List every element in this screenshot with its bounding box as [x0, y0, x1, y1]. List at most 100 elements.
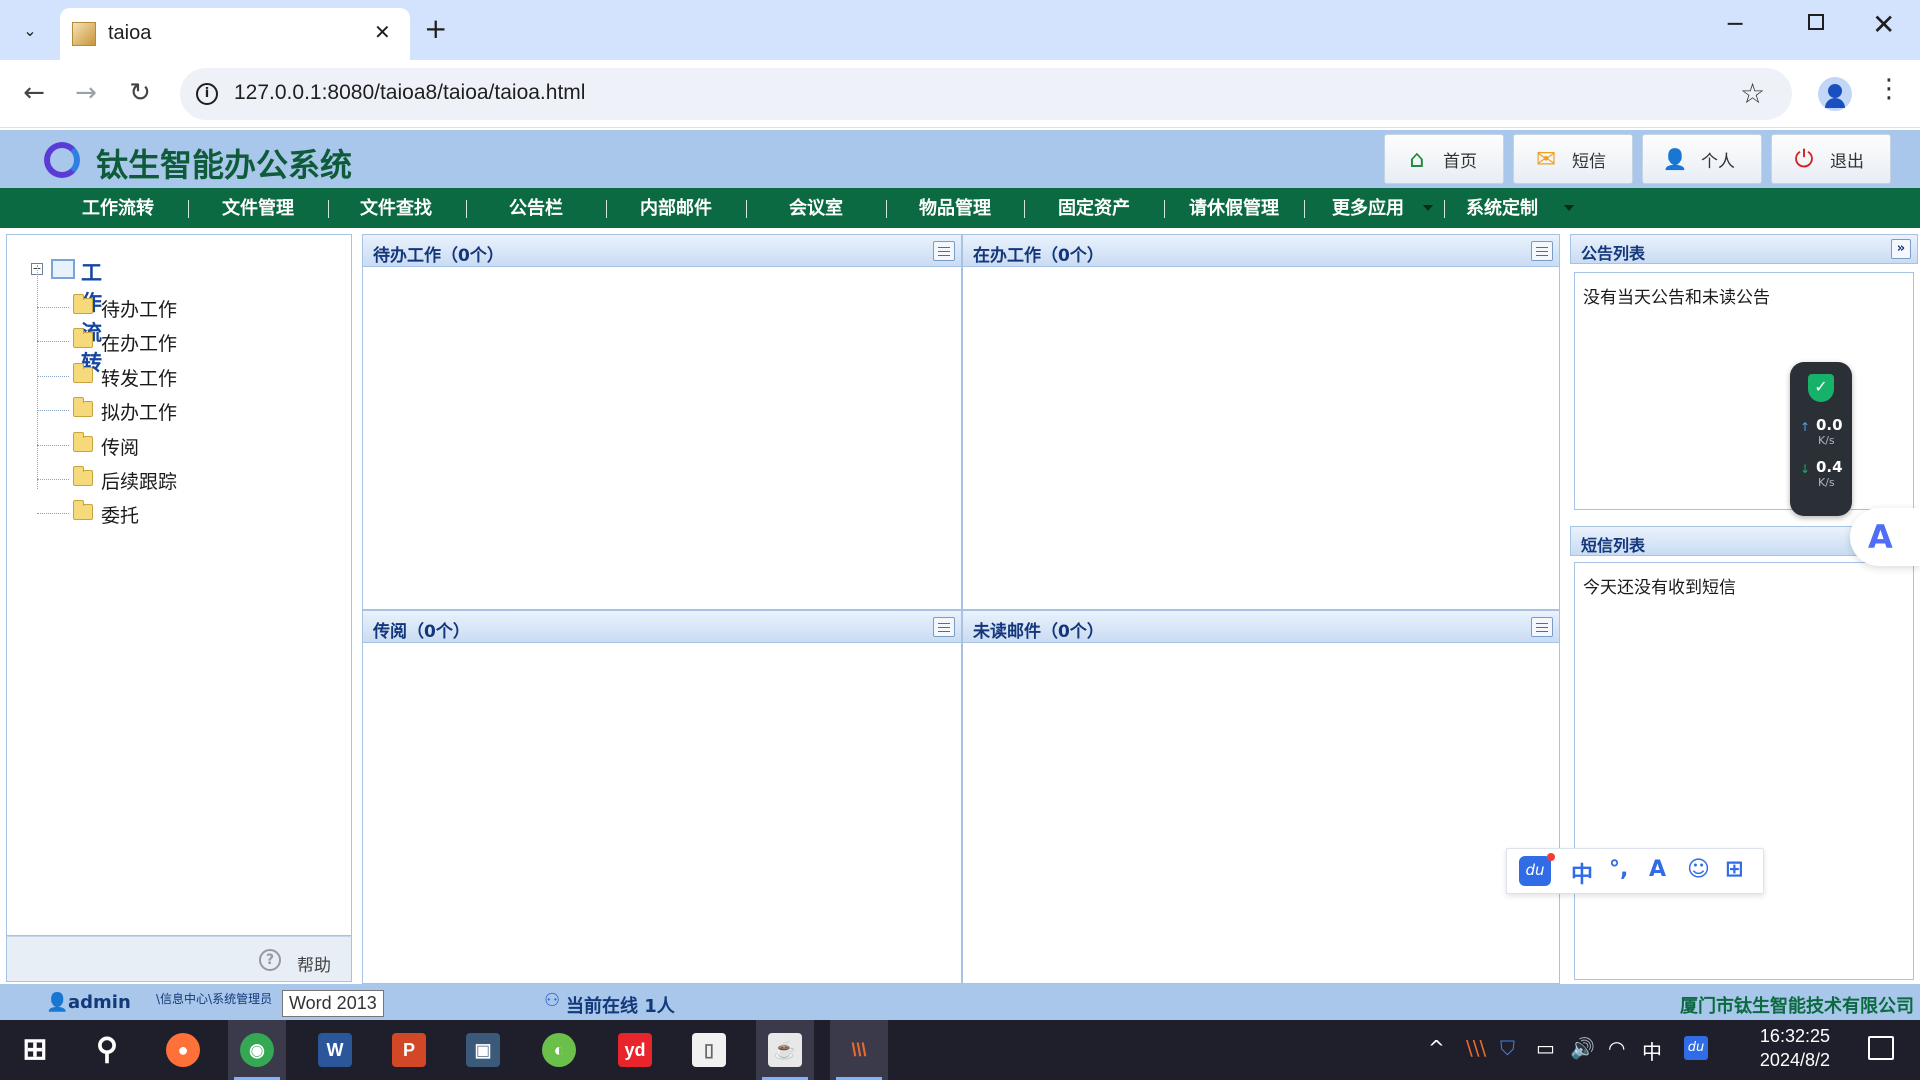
menu-item-meeting-room[interactable]: 会议室 — [766, 188, 866, 228]
menu-item-more-apps[interactable]: 更多应用 — [1318, 188, 1418, 228]
tray-chevron-icon[interactable]: ^ — [1428, 1036, 1445, 1060]
tray-winrar-icon[interactable]: \\\ — [1466, 1036, 1486, 1060]
sms-button[interactable]: ✉ 短信 — [1513, 134, 1633, 184]
tree-root-label[interactable]: 工作流转 — [81, 257, 102, 377]
list-settings-icon[interactable] — [933, 617, 955, 637]
windows-start-button[interactable]: ⊞ — [6, 1020, 64, 1080]
sms-list-title: 短信列表 — [1581, 536, 1646, 555]
tray-wifi-icon[interactable]: ◠ — [1608, 1036, 1625, 1060]
taskbar-chrome[interactable]: ◉ — [228, 1020, 286, 1080]
window-icon — [51, 259, 75, 279]
ime-punctuation-icon[interactable]: °, — [1609, 857, 1628, 882]
menu-item-system-custom[interactable]: 系统定制 — [1452, 188, 1552, 228]
profile-avatar-icon[interactable] — [1818, 77, 1852, 111]
help-link[interactable]: 帮助 — [297, 951, 331, 976]
menu-item-leave[interactable]: 请休假管理 — [1178, 188, 1290, 228]
tray-baidu-ime-icon[interactable]: du — [1684, 1036, 1708, 1060]
taskbar-tooltip: Word 2013 — [282, 990, 384, 1017]
ime-grid-icon[interactable]: ⊞ — [1725, 857, 1743, 882]
home-button[interactable]: ⌂ 首页 — [1384, 134, 1504, 184]
logo-icon — [44, 142, 80, 178]
portlet-unread-mail: 未读邮件（0个） — [962, 610, 1560, 984]
network-speed-widget[interactable]: ✓ ↑ 0.0 K/s ↓ 0.4 K/s — [1790, 362, 1852, 516]
search-button[interactable]: ⚲ — [78, 1020, 136, 1080]
new-tab-button[interactable]: + — [424, 14, 447, 44]
address-bar[interactable]: i 127.0.0.1:8080/taioa8/taioa/taioa.html… — [180, 68, 1792, 120]
reload-button[interactable]: ↻ — [122, 78, 158, 108]
announcement-empty-text: 没有当天公告和未读公告 — [1583, 288, 1770, 308]
menu-item-file-management[interactable]: 文件管理 — [208, 188, 308, 228]
logout-button[interactable]: ⏻ 退出 — [1771, 134, 1891, 184]
menu-divider — [886, 200, 887, 218]
tab-close-icon[interactable]: ✕ — [374, 20, 391, 44]
windows-taskbar: ⊞ ⚲ ● ◉ W P ▣ ◐ yd ▯ ☕ \\\ ^ \\\ ⛉ ▭ 🔊 ◠… — [0, 1020, 1920, 1080]
notification-center-icon[interactable] — [1868, 1036, 1894, 1060]
ime-emoji-icon[interactable]: ☺ — [1687, 857, 1710, 882]
taskbar-powerpoint[interactable]: P — [380, 1020, 438, 1080]
announcement-header: 公告列表 » — [1570, 234, 1918, 264]
taskbar-youdao[interactable]: yd — [606, 1020, 664, 1080]
personal-button[interactable]: 👤 个人 — [1642, 134, 1762, 184]
menu-item-goods[interactable]: 物品管理 — [905, 188, 1005, 228]
ime-assistant-icon[interactable]: A — [1649, 857, 1666, 882]
portlet-header: 未读邮件（0个） — [963, 611, 1559, 643]
minimize-button[interactable]: ─ — [1728, 10, 1742, 38]
tree-item-label[interactable]: 委托 — [101, 501, 139, 528]
tree-item-label[interactable]: 后续跟踪 — [101, 467, 177, 494]
tree-item-label[interactable]: 拟办工作 — [101, 398, 177, 425]
portlet-circulate: 传阅（0个） — [362, 610, 962, 984]
taskbar-remote[interactable]: ▣ — [454, 1020, 512, 1080]
system-custom-caret-icon[interactable] — [1564, 205, 1574, 211]
taskbar-green-app[interactable]: ◐ — [530, 1020, 588, 1080]
help-icon[interactable]: ? — [259, 949, 281, 971]
remote-icon: ▣ — [466, 1033, 500, 1067]
url-text[interactable]: 127.0.0.1:8080/taioa8/taioa/taioa.html — [234, 81, 585, 105]
menu-item-fixed-assets[interactable]: 固定资产 — [1044, 188, 1144, 228]
folder-icon — [73, 432, 93, 452]
taskbar-file[interactable]: ▯ — [680, 1020, 738, 1080]
tree-item-label[interactable]: 待办工作 — [101, 295, 177, 322]
floating-assistant-button[interactable]: A — [1850, 508, 1920, 566]
ime-toolbar[interactable]: du 中 °, A ☺ ⊞ — [1506, 848, 1764, 894]
taskbar-firefox[interactable]: ● — [154, 1020, 212, 1080]
tab-search-button[interactable]: ⌄ — [12, 14, 48, 46]
notification-dot — [1547, 853, 1555, 861]
portlet-title: 在办工作（0个） — [973, 246, 1104, 266]
bookmark-star-icon[interactable]: ☆ — [1740, 77, 1765, 110]
ime-chinese-mode-icon[interactable]: 中 — [1571, 857, 1593, 889]
back-button[interactable]: ← — [16, 78, 52, 108]
word-icon: W — [318, 1033, 352, 1067]
baidu-ime-logo-icon[interactable]: du — [1519, 856, 1551, 886]
browser-tab[interactable]: taioa ✕ — [60, 8, 410, 60]
collapse-panel-icon[interactable]: » — [1891, 239, 1911, 259]
tray-clock[interactable]: 16:32:25 2024/8/2 — [1760, 1024, 1830, 1072]
list-settings-icon[interactable] — [933, 241, 955, 261]
forward-button[interactable]: → — [68, 78, 104, 108]
menu-divider — [1444, 200, 1445, 218]
tray-battery-icon[interactable]: ▭ — [1536, 1036, 1555, 1060]
list-settings-icon[interactable] — [1531, 617, 1553, 637]
list-settings-icon[interactable] — [1531, 241, 1553, 261]
tray-shield-icon[interactable]: ⛉ — [1500, 1036, 1515, 1060]
menu-item-workflow[interactable]: 工作流转 — [68, 188, 168, 228]
tray-ime-icon[interactable]: 中 — [1642, 1036, 1662, 1065]
more-apps-caret-icon[interactable] — [1423, 205, 1433, 211]
menu-item-file-search[interactable]: 文件查找 — [346, 188, 446, 228]
site-info-icon[interactable]: i — [196, 83, 218, 105]
tree-connector — [37, 341, 69, 342]
browser-menu-icon[interactable]: ⋮ — [1876, 74, 1902, 104]
restore-button[interactable] — [1808, 14, 1824, 30]
favicon-icon — [72, 22, 96, 46]
taskbar-winrar[interactable]: \\\ — [830, 1020, 888, 1080]
tree-item-label[interactable]: 转发工作 — [101, 364, 177, 391]
message-icon: ✉ — [1535, 145, 1557, 173]
tray-volume-icon[interactable]: 🔊 — [1570, 1036, 1595, 1060]
taskbar-java[interactable]: ☕ — [756, 1020, 814, 1080]
menu-item-internal-mail[interactable]: 内部邮件 — [626, 188, 726, 228]
tree-item-label[interactable]: 在办工作 — [101, 329, 177, 356]
tree-item-label[interactable]: 传阅 — [101, 433, 139, 460]
taskbar-word[interactable]: W — [306, 1020, 364, 1080]
window-close-button[interactable]: ✕ — [1872, 8, 1895, 41]
online-count[interactable]: 当前在线 1人 — [566, 992, 675, 1018]
menu-item-bulletin[interactable]: 公告栏 — [486, 188, 586, 228]
